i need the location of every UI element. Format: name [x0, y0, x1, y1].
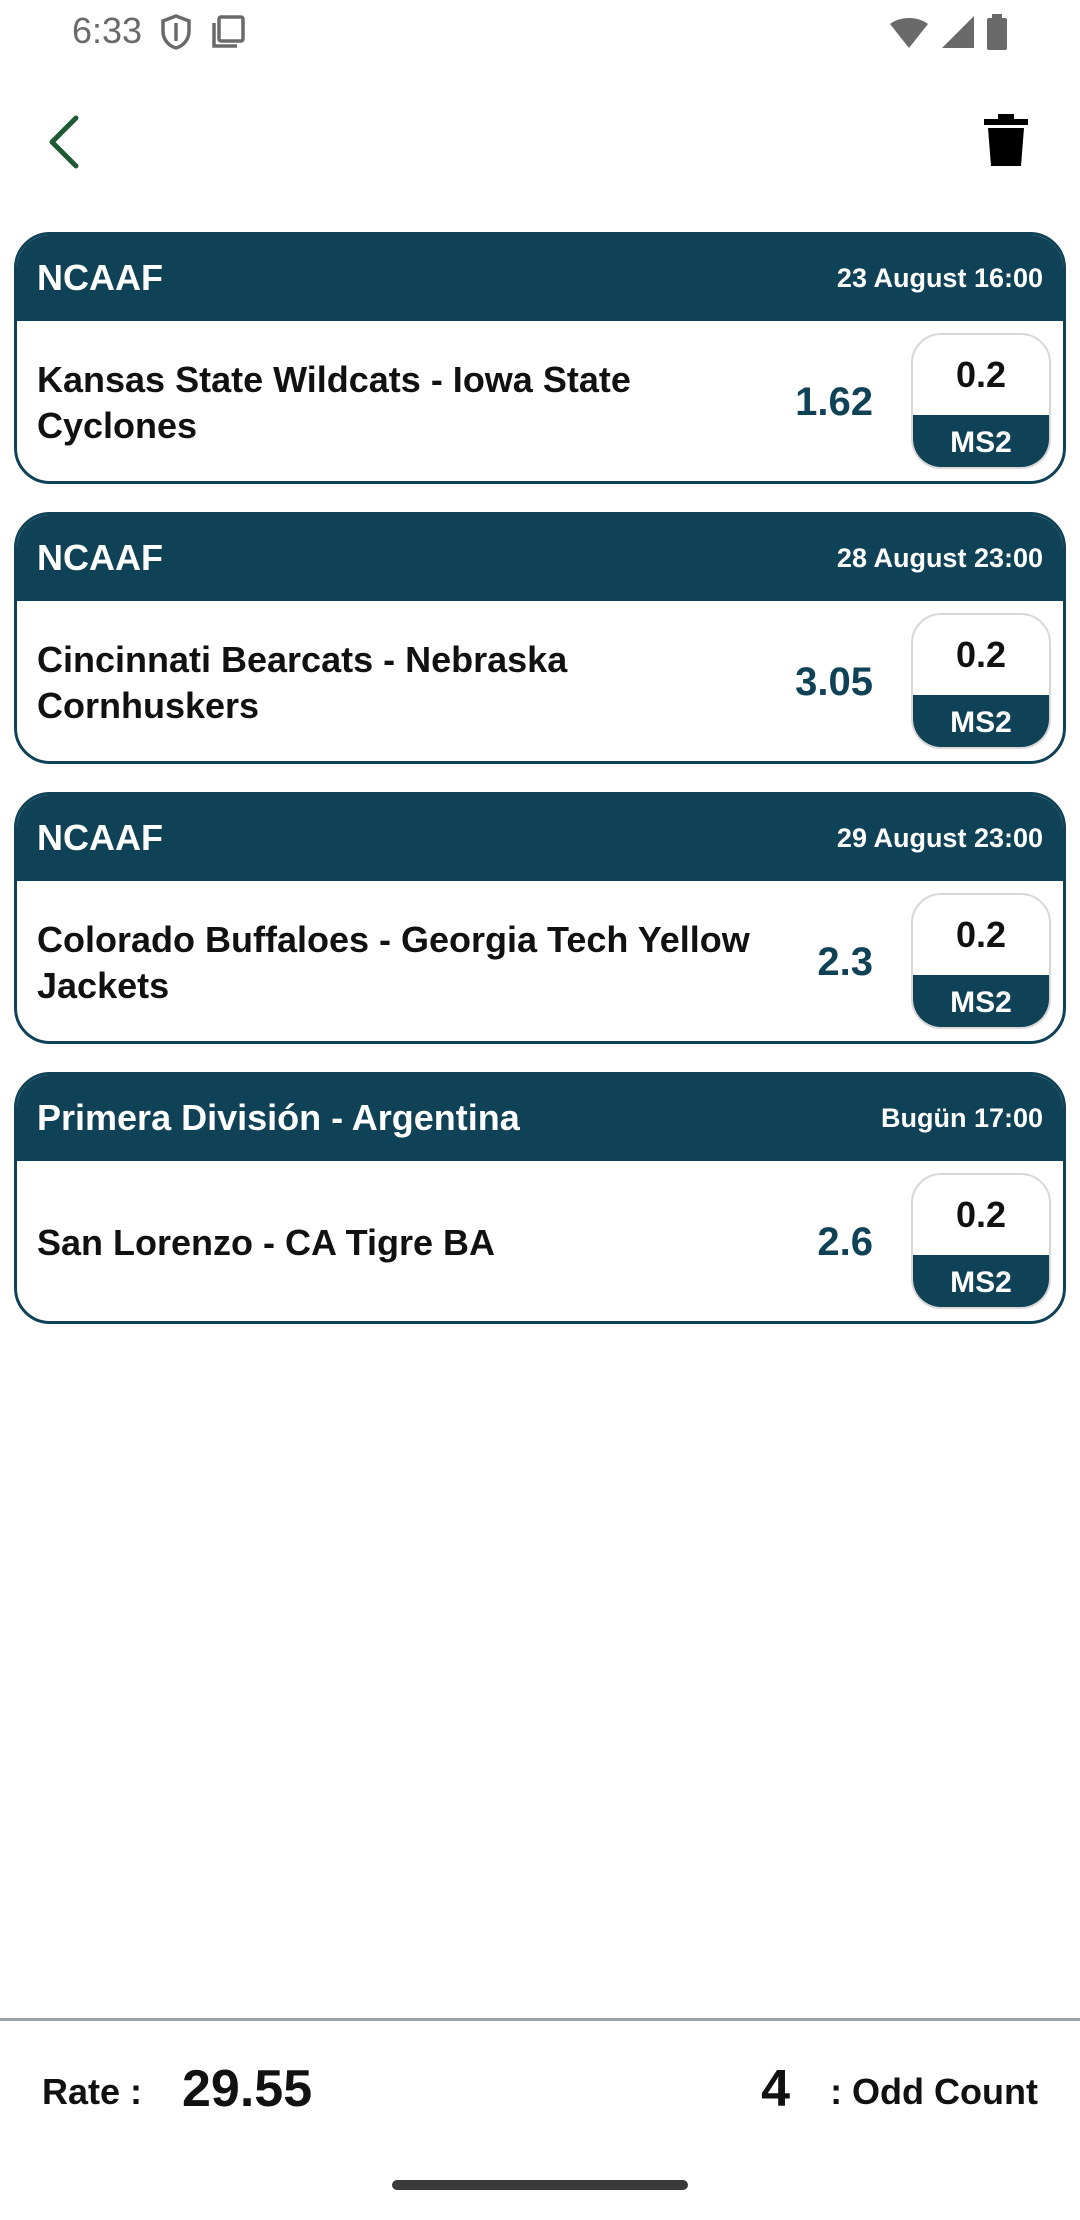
bet-card-header: NCAAF 29 August 23:00 [17, 795, 1063, 881]
league-name: Primera División - Argentina [37, 1097, 520, 1138]
stake-value: 0.2 [955, 1194, 1007, 1235]
odd-count-label: : Odd Count [830, 2071, 1038, 2112]
bet-slip-list: NCAAF 23 August 16:00 Kansas State Wildc… [14, 232, 1066, 1352]
bet-card: NCAAF 28 August 23:00 Cincinnati Bearcat… [14, 512, 1066, 764]
match-name: Colorado Buffaloes - Georgia Tech Yellow… [37, 918, 750, 1006]
bet-card-body: Kansas State Wildcats - Iowa State Cyclo… [17, 321, 1063, 481]
match-name: Kansas State Wildcats - Iowa State Cyclo… [37, 358, 631, 446]
stake-selector[interactable]: 0.2 MS2 [911, 893, 1051, 1029]
match-date: 29 August 23:00 [836, 822, 1043, 853]
odd-value: 2.3 [817, 940, 873, 984]
home-indicator[interactable] [392, 2180, 688, 2190]
bet-card: NCAAF 29 August 23:00 Colorado Buffaloes… [14, 792, 1066, 1044]
stake-value: 0.2 [955, 634, 1007, 675]
odd-count-value: 4 [761, 2060, 790, 2118]
bet-type-label: MS2 [913, 695, 1049, 747]
bet-type-label: MS2 [913, 415, 1049, 467]
bet-card-body: Cincinnati Bearcats - Nebraska Cornhuske… [17, 601, 1063, 761]
status-time: 6:33 [72, 10, 143, 51]
stake-selector[interactable]: 0.2 MS2 [911, 1173, 1051, 1309]
bet-card-header: NCAAF 23 August 16:00 [17, 235, 1063, 321]
odd-value: 2.6 [817, 1220, 873, 1264]
match-name: Cincinnati Bearcats - Nebraska Cornhuske… [37, 638, 568, 726]
screen-icon [210, 14, 246, 55]
signal-icon [940, 14, 976, 55]
chevron-left-icon [44, 114, 84, 175]
odd-value: 3.05 [795, 660, 873, 704]
bet-card: NCAAF 23 August 16:00 Kansas State Wildc… [14, 232, 1066, 484]
stake-selector[interactable]: 0.2 MS2 [911, 333, 1051, 469]
league-name: NCAAF [37, 257, 163, 298]
battery-icon [986, 14, 1008, 55]
status-bar: 6:33 [0, 0, 1080, 64]
shield-icon [160, 14, 192, 55]
bet-card-body: Colorado Buffaloes - Georgia Tech Yellow… [17, 881, 1063, 1041]
bet-card: Primera División - Argentina Bugün 17:00… [14, 1072, 1066, 1324]
top-toolbar [0, 96, 1080, 192]
league-name: NCAAF [37, 817, 163, 858]
status-left-icons [160, 14, 246, 55]
stake-value: 0.2 [955, 914, 1007, 955]
delete-all-button[interactable] [974, 110, 1038, 174]
bet-card-header: NCAAF 28 August 23:00 [17, 515, 1063, 601]
bet-card-body: San Lorenzo - CA Tigre BA 2.6 0.2 MS2 [17, 1161, 1063, 1321]
rate-label: Rate : [42, 2071, 143, 2112]
match-date: 28 August 23:00 [836, 542, 1043, 573]
bet-type-label: MS2 [913, 1255, 1049, 1307]
stake-selector[interactable]: 0.2 MS2 [911, 613, 1051, 749]
bet-card-header: Primera División - Argentina Bugün 17:00 [17, 1075, 1063, 1161]
back-button[interactable] [34, 114, 94, 174]
status-right-icons [888, 14, 1008, 55]
league-name: NCAAF [37, 537, 163, 578]
bet-type-label: MS2 [913, 975, 1049, 1027]
bet-summary-footer: Rate : 29.55 4 : Odd Count [0, 2021, 1080, 2161]
stake-value: 0.2 [955, 354, 1007, 395]
odd-value: 1.62 [795, 380, 873, 424]
match-name: San Lorenzo - CA Tigre BA [37, 1221, 496, 1263]
match-date: 23 August 16:00 [836, 262, 1043, 293]
match-date: Bugün 17:00 [880, 1102, 1043, 1133]
trash-icon [984, 113, 1028, 171]
rate-value: 29.55 [182, 2060, 313, 2118]
wifi-icon [888, 14, 930, 55]
